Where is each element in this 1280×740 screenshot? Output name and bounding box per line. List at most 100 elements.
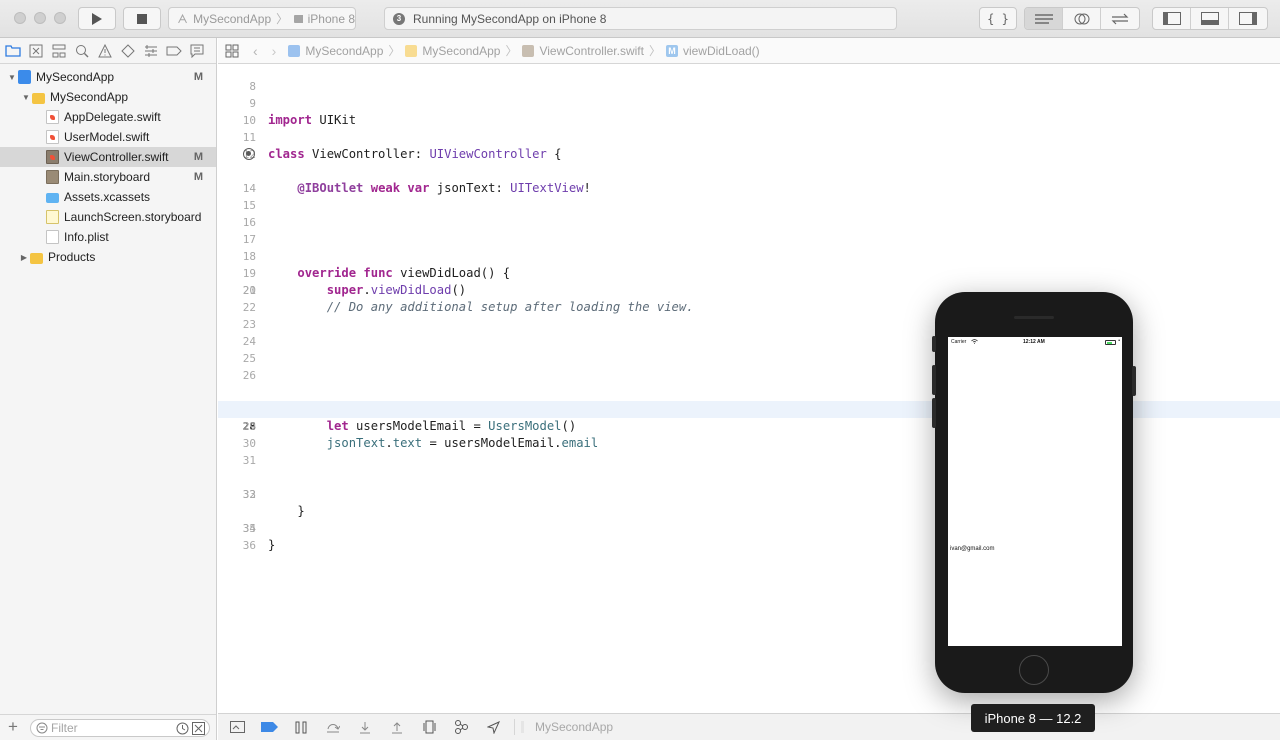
step-into-button[interactable]	[354, 718, 376, 736]
forward-button[interactable]: ›	[272, 43, 277, 59]
simulator-screen[interactable]: Carrier 12:12 AM • ivan@gmail.com	[948, 337, 1122, 646]
toggle-debug-area-button[interactable]	[1191, 8, 1229, 29]
close-window-button[interactable]	[14, 12, 26, 24]
line-number: 35	[242, 522, 256, 535]
power-button[interactable]	[1132, 366, 1136, 396]
related-items-icon[interactable]	[225, 44, 239, 58]
modified-badge: M	[193, 71, 203, 83]
swift-file-icon	[46, 130, 59, 144]
tree-item-products[interactable]: ▶ Products	[0, 247, 216, 267]
tree-item-label: AppDelegate.swift	[64, 110, 161, 124]
issue-navigator-tab[interactable]	[96, 42, 114, 60]
memory-graph-button[interactable]	[450, 718, 472, 736]
test-navigator-tab[interactable]	[119, 42, 137, 60]
swift-file-icon	[46, 110, 59, 124]
code-line: 20 // Do any additional setup after load…	[218, 265, 1280, 314]
minimize-window-button[interactable]	[34, 12, 46, 24]
standard-editor-button[interactable]	[1025, 8, 1063, 29]
diamond-icon	[121, 43, 135, 58]
hide-debug-area-button[interactable]	[226, 718, 248, 736]
project-navigator-tab[interactable]	[4, 42, 22, 60]
line-number: 30	[242, 437, 256, 450]
breakpoints-toggle-button[interactable]	[258, 718, 280, 736]
source-control-icon	[29, 44, 43, 57]
pause-button[interactable]	[290, 718, 312, 736]
activity-count-badge: 3	[393, 12, 405, 25]
tree-item-infoplist[interactable]: Info.plist	[0, 227, 216, 247]
activity-viewer[interactable]: 3 Running MySecondApp on iPhone 8	[384, 7, 897, 30]
speech-bubble-icon	[190, 44, 204, 58]
lines-icon	[1034, 13, 1053, 24]
breadcrumb-method[interactable]: M viewDidLoad()	[665, 44, 760, 58]
breadcrumb-project[interactable]: MySecondApp	[288, 44, 383, 58]
xcode-project-icon	[288, 44, 301, 57]
outlet-connection-icon[interactable]	[243, 148, 255, 160]
breadcrumb-file[interactable]: ViewController.swift	[522, 44, 644, 58]
add-file-button[interactable]: +	[8, 718, 18, 736]
step-over-button[interactable]	[322, 718, 344, 736]
scheme-selector[interactable]: MySecondApp 〉 iPhone 8	[168, 7, 356, 30]
source-control-tab[interactable]	[27, 42, 45, 60]
zoom-window-button[interactable]	[54, 12, 66, 24]
toggle-inspector-button[interactable]	[1229, 8, 1267, 29]
tree-item-viewcontroller[interactable]: ViewController.swift M	[0, 147, 216, 167]
tree-item-launchscreen[interactable]: LaunchScreen.storyboard	[0, 207, 216, 227]
volume-down-button[interactable]	[932, 398, 936, 428]
tree-item-project[interactable]: ▼ MySecondApp M	[0, 67, 216, 87]
line-number: 23	[242, 318, 256, 331]
filter-field[interactable]: Filter	[30, 719, 210, 737]
back-button[interactable]: ‹	[253, 43, 258, 59]
debug-navigator-tab[interactable]	[142, 42, 160, 60]
find-navigator-tab[interactable]	[73, 42, 91, 60]
tree-item-usermodel[interactable]: UserModel.swift	[0, 127, 216, 147]
line-number: 29	[242, 420, 256, 433]
code-line: 17	[218, 214, 1280, 246]
step-out-icon	[392, 721, 402, 733]
carrier-label: Carrier	[951, 339, 967, 345]
tree-item-appdelegate[interactable]: AppDelegate.swift	[0, 107, 216, 127]
asset-catalog-icon	[46, 193, 59, 203]
mute-switch	[932, 336, 936, 352]
process-icon	[521, 721, 524, 733]
stop-button[interactable]	[123, 7, 161, 30]
run-button[interactable]	[78, 7, 116, 30]
breadcrumb-label: MySecondApp	[422, 43, 501, 58]
tree-item-group[interactable]: ▼ MySecondApp	[0, 87, 216, 107]
pause-icon	[295, 721, 307, 733]
gauge-icon	[145, 44, 157, 57]
symbol-navigator-tab[interactable]	[50, 42, 68, 60]
source-control-filter-icon[interactable]	[192, 722, 205, 735]
view-debugger-button[interactable]	[418, 718, 440, 736]
line-number: 31	[242, 454, 256, 467]
left-panel-icon	[1162, 12, 1181, 25]
line-number: 33	[242, 488, 256, 501]
home-button[interactable]	[1019, 655, 1049, 685]
tree-item-assets[interactable]: Assets.xcassets	[0, 187, 216, 207]
debug-process-label[interactable]: MySecondApp	[535, 720, 613, 734]
bottom-panel-icon	[1200, 12, 1219, 25]
assistant-editor-button[interactable]	[1063, 8, 1101, 29]
chevron-right-icon: 〉	[648, 44, 661, 58]
folder-icon	[30, 252, 43, 264]
tree-item-label: ViewController.swift	[64, 150, 169, 164]
json-text-view[interactable]: ivan@gmail.com	[950, 546, 994, 552]
earpiece-icon	[1014, 316, 1054, 319]
simulate-location-button[interactable]	[482, 718, 504, 736]
report-navigator-tab[interactable]	[188, 42, 206, 60]
xcode-project-icon	[18, 70, 31, 84]
search-icon	[76, 44, 89, 57]
library-button[interactable]: { }	[979, 7, 1017, 30]
step-out-button[interactable]	[386, 718, 408, 736]
recent-files-icon[interactable]	[176, 722, 189, 735]
tree-item-main-storyboard[interactable]: Main.storyboard M	[0, 167, 216, 187]
swift-file-icon	[46, 150, 59, 164]
charging-icon: •	[1118, 338, 1120, 344]
code-line: 15	[218, 180, 1280, 212]
toggle-navigator-button[interactable]	[1153, 8, 1191, 29]
volume-up-button[interactable]	[932, 365, 936, 395]
scheme-device-label: iPhone 8	[307, 11, 355, 26]
breadcrumb-group[interactable]: MySecondApp	[405, 44, 500, 58]
version-editor-button[interactable]	[1101, 8, 1139, 29]
project-navigator: ▼ MySecondApp M ▼ MySecondApp AppDelegat…	[0, 38, 217, 740]
breakpoint-navigator-tab[interactable]	[165, 42, 183, 60]
